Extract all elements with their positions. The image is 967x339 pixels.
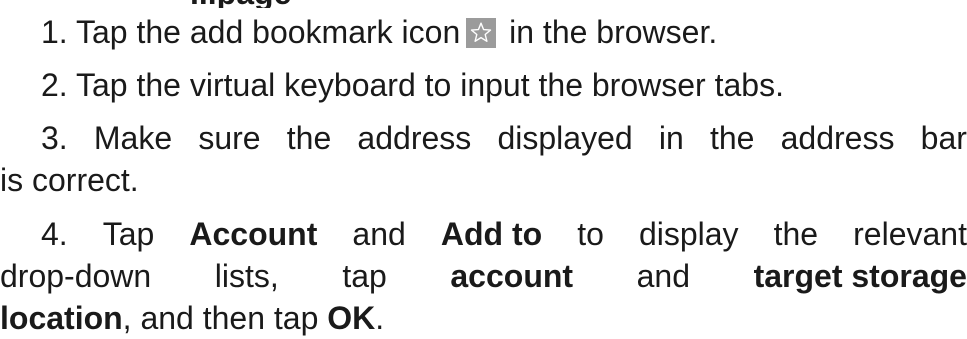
location-term: location: [0, 300, 123, 336]
cut-off-heading: ...page: [0, 0, 967, 8]
star-outline-icon: [466, 18, 497, 48]
add-to-term: Add to: [440, 216, 543, 252]
heading-fragment: ...page: [190, 0, 291, 8]
step-1: 1. Tap the add bookmark icon in the brow…: [0, 11, 967, 53]
account-term-lower: account: [450, 258, 574, 294]
step-2-number: 2.: [41, 67, 68, 103]
step-3-line-2: is correct.: [0, 162, 139, 198]
step-1-number: 1.: [41, 14, 68, 50]
step-1-text-end: in the browser.: [509, 14, 718, 50]
target-storage-term: target storage: [753, 258, 967, 294]
step-4-line-2: drop-down lists, tap account and target …: [0, 255, 967, 297]
step-4-line-1: 4. Tap Account and Add to to display the…: [0, 213, 967, 255]
step-2-text: Tap the virtual keyboard to input the br…: [76, 67, 784, 103]
step-1-text: Tap the add bookmark icon: [76, 14, 461, 50]
ok-term: OK: [327, 300, 376, 336]
step-3: 3. Make sure the address displayed in th…: [0, 117, 967, 201]
step-4: 4. Tap Account and Add to to display the…: [0, 213, 967, 339]
step-2: 2. Tap the virtual keyboard to input the…: [0, 64, 967, 106]
step-3-line-1: 3. Make sure the address displayed in th…: [41, 120, 967, 156]
account-term: Account: [189, 216, 318, 252]
step-4-line-3: location, and then tap OK.: [0, 300, 385, 336]
